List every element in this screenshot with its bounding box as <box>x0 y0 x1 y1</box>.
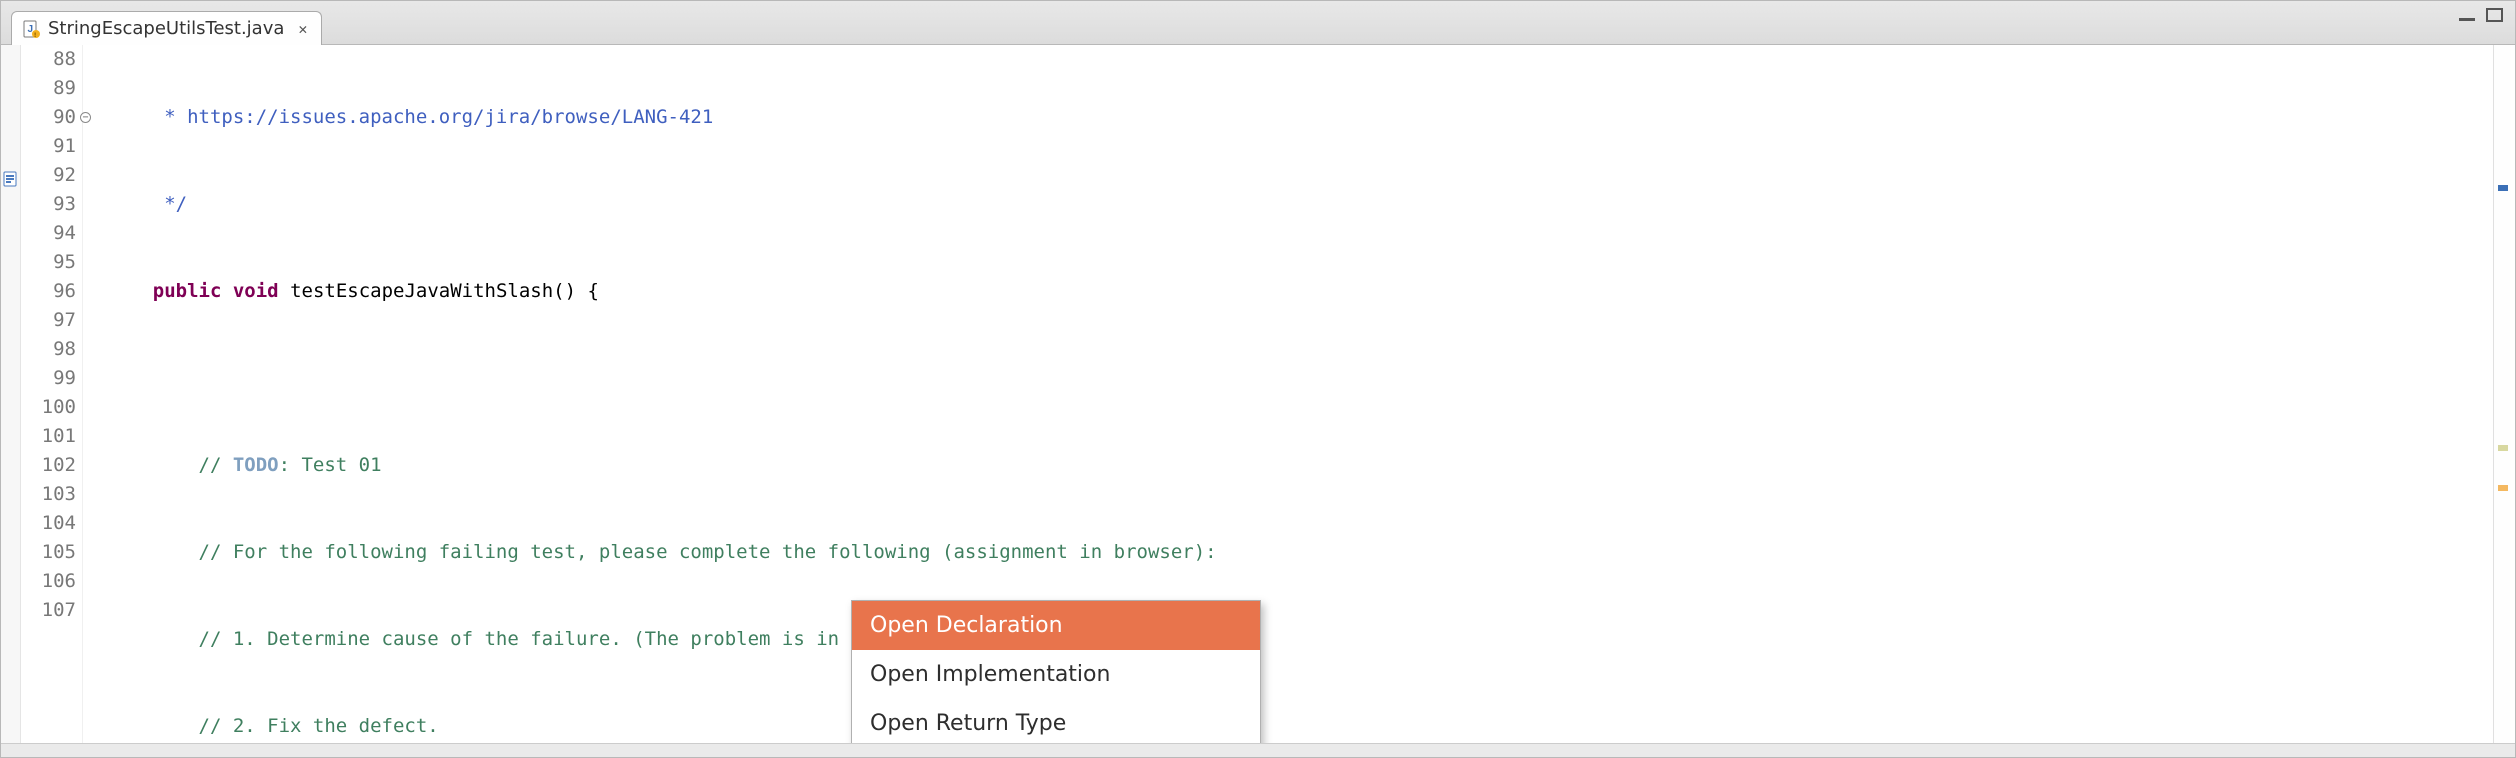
line-number: 99 <box>21 364 76 393</box>
code-keyword: public <box>153 280 222 302</box>
line-number: 104 <box>21 509 76 538</box>
code-todo: TODO <box>233 454 279 476</box>
line-number-gutter: 88 89 90 − 91 92 93 94 95 96 97 98 99 10… <box>21 45 83 743</box>
line-number: 96 <box>21 277 76 306</box>
line-number: 91 <box>21 132 76 161</box>
line-number: 102 <box>21 451 76 480</box>
horizontal-scrollbar[interactable] <box>1 743 2515 757</box>
editor-container: J ! StringEscapeUtilsTest.java ✕ 88 <box>0 0 2516 758</box>
line-number: 88 <box>21 45 76 74</box>
marker-strip <box>1 45 21 743</box>
maximize-icon[interactable] <box>2485 7 2505 23</box>
line-number: 97 <box>21 306 76 335</box>
line-number: 95 <box>21 248 76 277</box>
minimize-icon[interactable] <box>2457 7 2477 23</box>
tab-filename: StringEscapeUtilsTest.java <box>48 18 284 39</box>
window-controls <box>2457 7 2505 23</box>
code-comment: : Test 01 <box>279 454 382 476</box>
code-text: testEscapeJavaWithSlash() { <box>279 280 599 302</box>
line-number: 93 <box>21 190 76 219</box>
tab-bar: J ! StringEscapeUtilsTest.java ✕ <box>1 1 2515 45</box>
close-tab-icon[interactable]: ✕ <box>298 20 307 38</box>
code-comment: // 2. Fix the defect. <box>107 715 439 737</box>
line-number: 98 <box>21 335 76 364</box>
overview-mark-warning[interactable] <box>2498 485 2508 491</box>
menu-item-open-implementation[interactable]: Open Implementation <box>852 650 1260 699</box>
svg-text:!: ! <box>34 32 37 38</box>
line-number: 89 <box>21 74 76 103</box>
line-number: 90 − <box>21 103 76 132</box>
code-keyword: void <box>233 280 279 302</box>
line-number: 94 <box>21 219 76 248</box>
overview-mark-task[interactable] <box>2498 185 2508 191</box>
code-area[interactable]: * https://issues.apache.org/jira/browse/… <box>101 45 2493 743</box>
fold-strip <box>83 45 101 743</box>
code-comment: // <box>107 454 233 476</box>
line-number: 107 <box>21 596 76 625</box>
task-marker-icon[interactable] <box>3 167 19 183</box>
menu-item-open-return-type[interactable]: Open Return Type <box>852 699 1260 743</box>
editor-tab[interactable]: J ! StringEscapeUtilsTest.java ✕ <box>11 11 322 45</box>
line-number: 106 <box>21 567 76 596</box>
line-number: 105 <box>21 538 76 567</box>
line-number: 103 <box>21 480 76 509</box>
line-number: 92 <box>21 161 76 190</box>
overview-ruler[interactable] <box>2493 45 2515 743</box>
overview-mark-occurrence[interactable] <box>2498 445 2508 451</box>
editor-body: 88 89 90 − 91 92 93 94 95 96 97 98 99 10… <box>1 45 2515 743</box>
line-number: 101 <box>21 422 76 451</box>
hyperlink-popup-menu: Open Declaration Open Implementation Ope… <box>851 600 1261 743</box>
code-comment: // For the following failing test, pleas… <box>107 541 1217 563</box>
menu-item-open-declaration[interactable]: Open Declaration <box>852 601 1260 650</box>
java-file-icon: J ! <box>22 20 40 38</box>
code-text: */ <box>107 193 187 215</box>
line-number: 100 <box>21 393 76 422</box>
code-text: * https://issues.apache.org/jira/browse/… <box>107 106 713 128</box>
